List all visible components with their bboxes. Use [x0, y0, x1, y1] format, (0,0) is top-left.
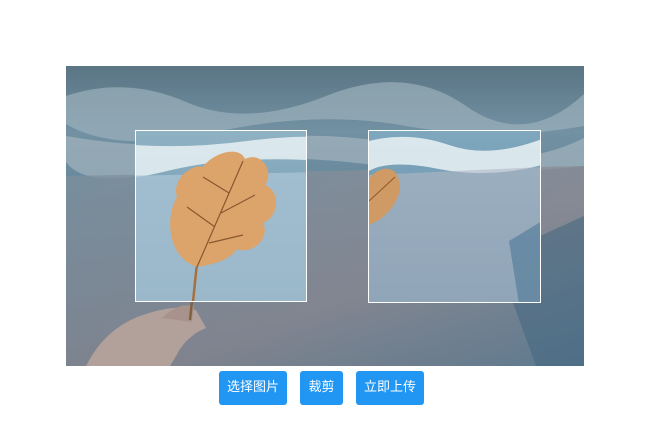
crop-region-photo: [136, 131, 306, 301]
crop-selection-box[interactable]: [135, 130, 307, 302]
choose-image-button[interactable]: 选择图片: [219, 371, 287, 405]
upload-now-button[interactable]: 立即上传: [356, 371, 424, 405]
action-buttons: 选择图片 裁剪 立即上传: [0, 371, 650, 405]
image-crop-stage[interactable]: [66, 66, 584, 366]
crop-button[interactable]: 裁剪: [300, 371, 343, 405]
preview-photo: [369, 131, 540, 302]
crop-preview: [368, 130, 541, 303]
